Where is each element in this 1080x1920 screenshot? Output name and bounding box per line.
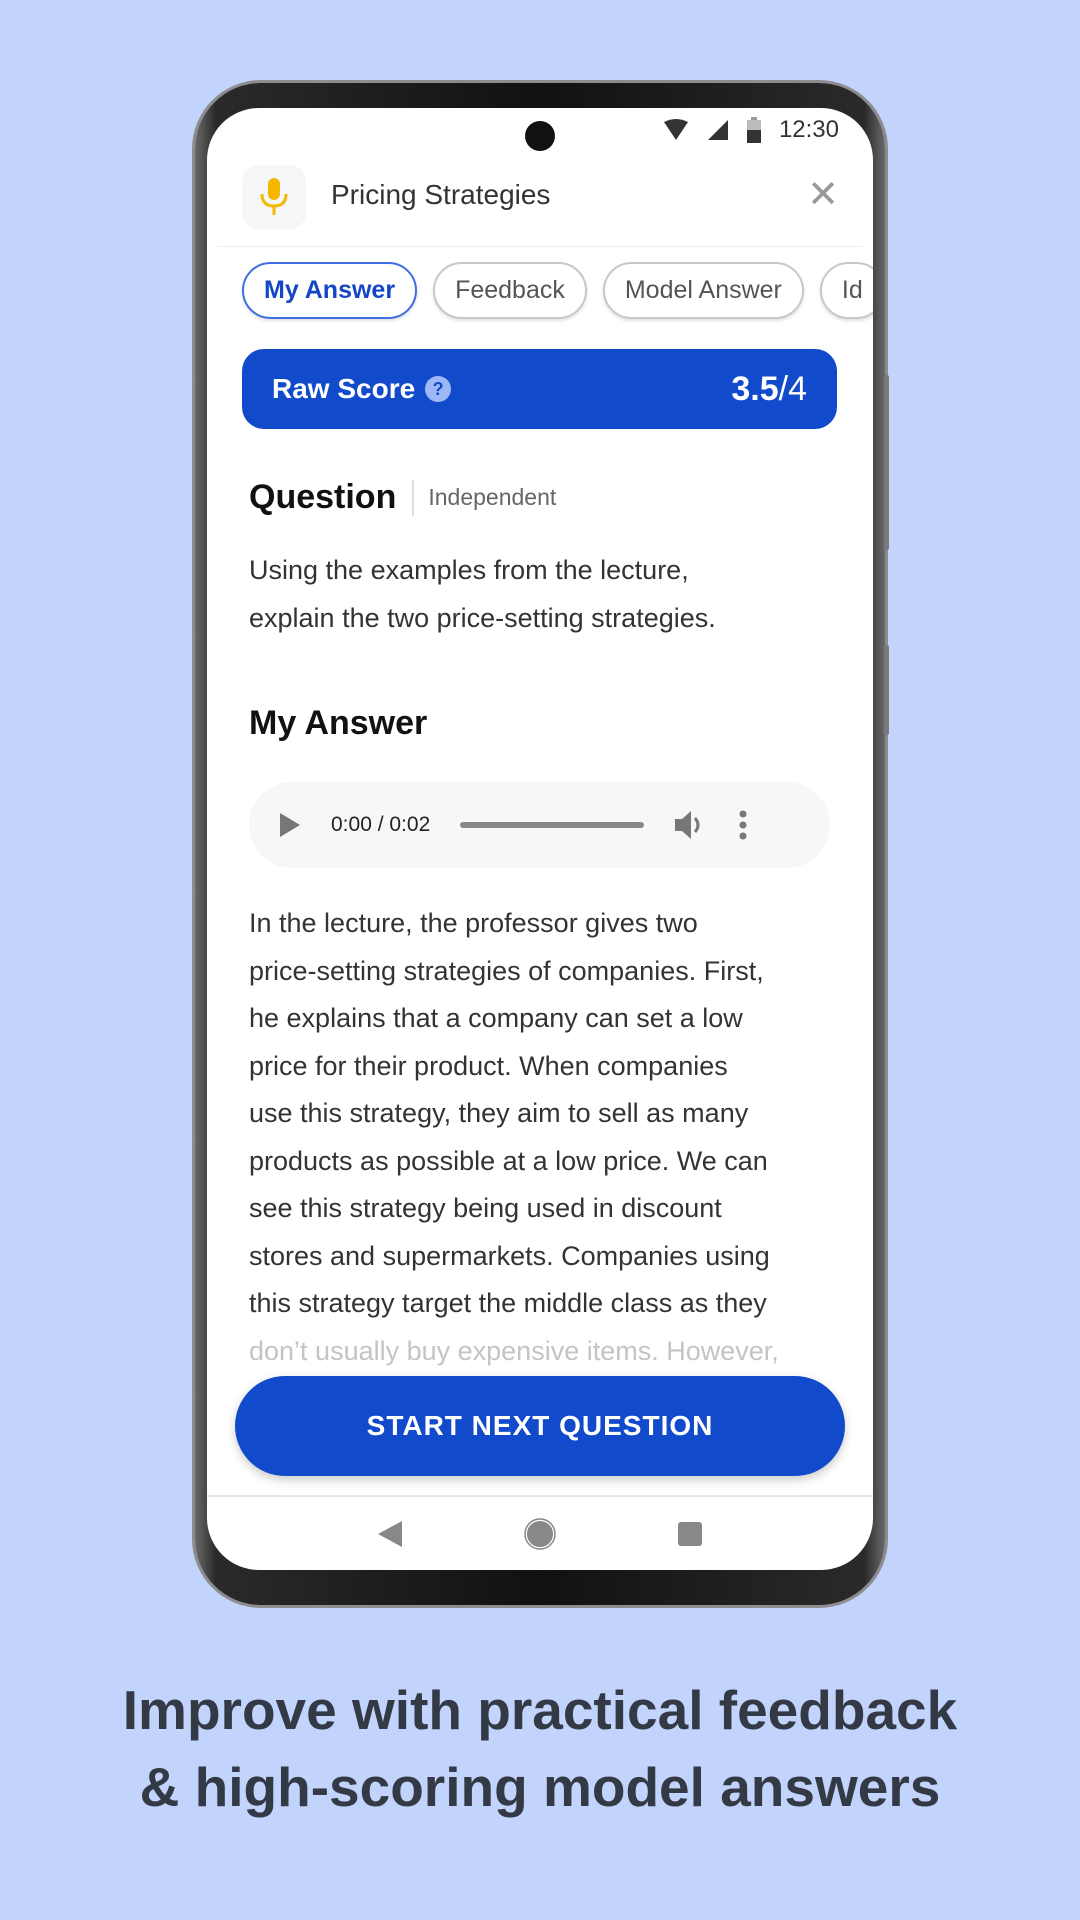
caption-line: & high-scoring model answers: [139, 1756, 941, 1818]
volume-icon[interactable]: [674, 808, 708, 842]
text-line: he explains that a company can set a low: [249, 1003, 743, 1033]
audio-player: 0:00 / 0:02: [249, 782, 830, 868]
raw-score-value: 3.5/4: [731, 369, 807, 408]
tab-feedback[interactable]: Feedback: [433, 262, 587, 319]
audio-time: 0:00 / 0:02: [331, 813, 431, 836]
text-line: price-setting strategies of companies. F…: [249, 955, 764, 986]
home-icon[interactable]: [524, 1517, 556, 1550]
text-line: price for their product. When companies: [249, 1050, 728, 1081]
text-line: Using the examples from the lecture,: [249, 555, 689, 585]
close-icon[interactable]: ✕: [807, 176, 839, 214]
text-line: see this strategy being used in discount: [249, 1193, 722, 1223]
audio-seek-bar[interactable]: [460, 822, 645, 828]
tab-ideas[interactable]: Id: [819, 262, 873, 319]
tab-bar: My Answer Feedback Model Answer Id: [242, 262, 873, 319]
tab-model-answer[interactable]: Model Answer: [602, 262, 804, 319]
raw-score-bar: Raw Score? 3.5/4: [242, 349, 837, 429]
text-line: explain the two price-setting strategies…: [249, 602, 716, 633]
text-line: this strategy target the middle class as…: [249, 1288, 767, 1318]
wifi-icon: [663, 119, 688, 140]
more-options-icon[interactable]: [738, 809, 748, 841]
signal-icon: [707, 120, 728, 140]
help-icon[interactable]: ?: [425, 376, 452, 402]
page-title: Pricing Strategies: [331, 179, 551, 210]
volume-button: [884, 375, 889, 550]
answer-text: In the lecture, the professor gives two …: [249, 900, 849, 1375]
text-line: products as possible at a low price. We …: [249, 1145, 768, 1176]
system-nav-bar: [207, 1495, 873, 1570]
status-time: 12:30: [778, 116, 839, 143]
question-heading: Question: [249, 478, 397, 516]
back-icon[interactable]: [377, 1520, 403, 1548]
app-icon: [242, 165, 306, 229]
question-text: Using the examples from the lecture, exp…: [249, 547, 849, 642]
camera: [525, 121, 555, 151]
raw-score-label: Raw Score: [272, 373, 416, 404]
my-answer-heading: My Answer: [249, 704, 428, 742]
text-line: stores and supermarkets. Companies using: [249, 1240, 770, 1271]
tab-my-answer[interactable]: My Answer: [242, 262, 418, 319]
power-button: [884, 645, 889, 735]
question-type-tag: Independent: [412, 479, 556, 516]
divider: [217, 246, 863, 247]
battery-icon: [746, 117, 761, 143]
text-line: In the lecture, the professor gives two: [249, 908, 698, 938]
text-line: use this strategy, they aim to sell as m…: [249, 1098, 749, 1128]
play-icon[interactable]: [279, 812, 301, 838]
text-line: don’t usually buy expensive items. Howev…: [249, 1335, 779, 1366]
start-next-question-button[interactable]: START NEXT QUESTION: [235, 1376, 845, 1476]
recents-icon[interactable]: [677, 1521, 703, 1547]
marketing-caption: Improve with practical feedback & high-s…: [0, 1672, 1080, 1826]
caption-line: Improve with practical feedback: [122, 1679, 958, 1741]
phone-screen: 12:30 Pricing Strategies ✕ My Answer Fee…: [207, 108, 873, 1570]
microphone-icon: [260, 178, 288, 215]
question-header: Question Independent: [249, 478, 556, 517]
status-bar: 12:30: [663, 116, 839, 144]
